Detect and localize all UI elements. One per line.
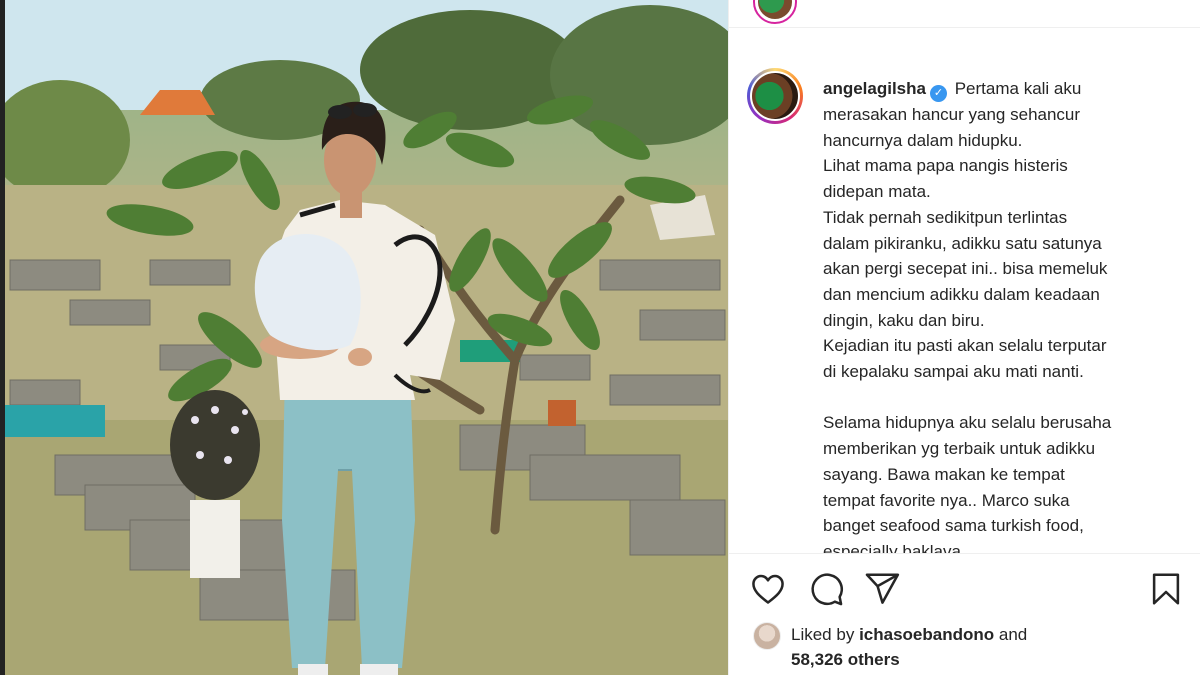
liker-username[interactable]: ichasoebandono — [859, 625, 994, 644]
liker-avatar[interactable] — [753, 622, 781, 650]
bookmark-icon[interactable] — [1147, 570, 1185, 608]
caption-line: dalam pikiranku, adikku satu satunya — [823, 233, 1102, 253]
caption-line: memberikan yg terbaik untuk adikku — [823, 439, 1096, 459]
verified-badge-icon: ✓ — [929, 85, 947, 102]
caption-line: tempat favorite nya.. Marco suka — [823, 490, 1070, 510]
author-username[interactable]: angelagilsha — [823, 79, 926, 98]
comments-panel[interactable]: angelagilsha ✓ Pertama kali aku merasakan… — [729, 28, 1200, 553]
caption-line: dan mencium adikku dalam keadaan — [823, 284, 1100, 304]
header-avatar[interactable] — [753, 0, 797, 24]
caption-line: Selama hidupnya aku selalu berusaha — [823, 413, 1112, 433]
caption-line: didepan mata. — [823, 182, 931, 202]
caption-line: Tidak pernah sedikitpun terlintas — [823, 207, 1068, 227]
caption-line: dingin, kaku dan biru. — [823, 310, 985, 330]
caption-line: especially baklava... — [823, 541, 976, 553]
likes-conjunction: and — [998, 625, 1028, 644]
paper-plane-icon[interactable] — [863, 570, 901, 608]
comment-bubble-icon[interactable] — [807, 570, 845, 608]
caption-line: banget seafood sama turkish food, — [823, 516, 1084, 536]
caption-line: di kepalaku sampai aku mati nanti. — [823, 362, 1084, 382]
author-avatar[interactable] — [747, 68, 803, 124]
caption-line: hancurnya dalam hidupku. — [823, 130, 1023, 150]
likes-prefix: Liked by — [791, 625, 855, 644]
post-sidebar: angelagilsha ✓ Pertama kali aku merasakan… — [728, 0, 1200, 675]
likes-summary[interactable]: Liked by ichasoebandono and 58,326 other… — [753, 620, 1193, 670]
post-header — [729, 0, 1200, 28]
caption-line: akan pergi secepat ini.. bisa memeluk — [823, 259, 1108, 279]
caption-line: Kejadian itu pasti akan selalu terputar — [823, 336, 1107, 356]
likes-count[interactable]: 58,326 others — [791, 650, 900, 669]
post-photo[interactable] — [0, 0, 728, 675]
photo-left-border — [0, 0, 5, 675]
caption-line: merasakan hancur yang sehancur — [823, 105, 1081, 124]
post-actions-bar: Liked by ichasoebandono and 58,326 other… — [729, 553, 1200, 675]
cemetery-photo-illustration — [0, 0, 728, 675]
caption-line: sayang. Bawa makan ke tempat — [823, 464, 1065, 484]
heart-icon[interactable] — [749, 570, 787, 608]
likes-text: Liked by ichasoebandono and 58,326 other… — [791, 622, 1027, 672]
caption-line: Lihat mama papa nangis histeris — [823, 156, 1068, 176]
post-caption: angelagilsha ✓ Pertama kali aku merasakan… — [823, 76, 1133, 553]
caption-line: Pertama kali aku — [954, 79, 1082, 98]
